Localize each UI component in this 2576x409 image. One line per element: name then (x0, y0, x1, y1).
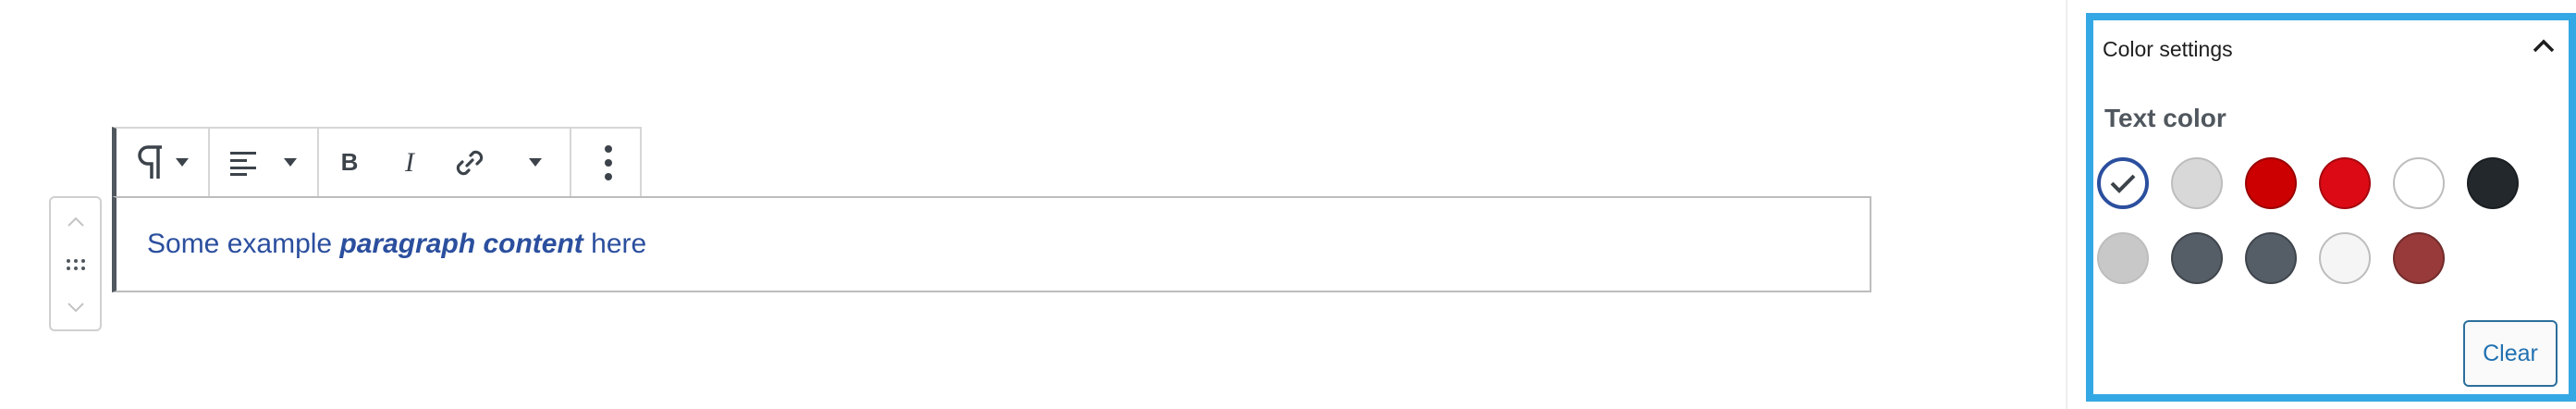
block-type-caret-icon (175, 158, 189, 167)
block-mover (49, 196, 102, 331)
drag-handle-icon (66, 259, 85, 270)
block-toolbar: B I (112, 127, 642, 198)
alignment-button[interactable] (210, 129, 317, 196)
clear-button[interactable]: Clear (2463, 320, 2558, 387)
block-type-group (117, 129, 210, 196)
italic-icon: I (405, 146, 414, 178)
color-swatch[interactable] (2171, 157, 2223, 209)
text-color-label: Text color (2104, 104, 2226, 132)
color-swatch[interactable] (2393, 157, 2445, 209)
color-swatch[interactable] (2245, 232, 2297, 284)
more-formats-caret-icon (528, 158, 542, 167)
more-options-button[interactable] (571, 129, 645, 196)
formatting-group: B I (319, 129, 571, 196)
color-settings-panel: Color settings Text color Clear (2086, 13, 2576, 402)
chevron-up-icon (67, 217, 84, 227)
options-group (571, 129, 645, 196)
link-icon (456, 150, 484, 175)
more-options-icon (605, 144, 612, 180)
link-button[interactable] (439, 129, 500, 196)
paragraph-icon (137, 144, 162, 179)
checkmark-icon (2110, 174, 2136, 193)
paragraph-text: Some example paragraph content here (147, 229, 646, 260)
panel-title[interactable]: Color settings (2103, 37, 2233, 62)
bold-icon: B (340, 148, 359, 176)
paragraph-text-emphasis: paragraph content (339, 229, 583, 259)
color-swatch[interactable] (2467, 157, 2519, 209)
color-swatch[interactable] (2319, 157, 2371, 209)
chevron-down-icon (67, 303, 84, 313)
paragraph-text-before: Some example (147, 229, 340, 259)
color-swatch[interactable] (2171, 232, 2223, 284)
paragraph-block[interactable]: Some example paragraph content here (112, 196, 1871, 292)
color-swatch[interactable] (2319, 232, 2371, 284)
sidebar-divider (2066, 0, 2067, 409)
drag-handle[interactable] (51, 246, 100, 283)
collapse-panel-button[interactable] (2532, 39, 2556, 58)
move-up-button[interactable] (51, 204, 100, 241)
align-left-icon (230, 151, 256, 176)
more-formats-button[interactable] (500, 129, 570, 196)
alignment-group (210, 129, 319, 196)
italic-button[interactable]: I (380, 129, 439, 196)
color-swatch[interactable] (2097, 232, 2149, 284)
bold-button[interactable]: B (319, 129, 380, 196)
color-swatch[interactable] (2245, 157, 2297, 209)
chevron-up-icon (2533, 39, 2555, 53)
color-swatch[interactable] (2393, 232, 2445, 284)
color-swatch-selected[interactable] (2097, 157, 2149, 209)
block-type-button[interactable] (117, 129, 208, 196)
alignment-caret-icon (284, 158, 297, 167)
paragraph-text-after: here (583, 229, 647, 259)
move-down-button[interactable] (51, 289, 100, 326)
